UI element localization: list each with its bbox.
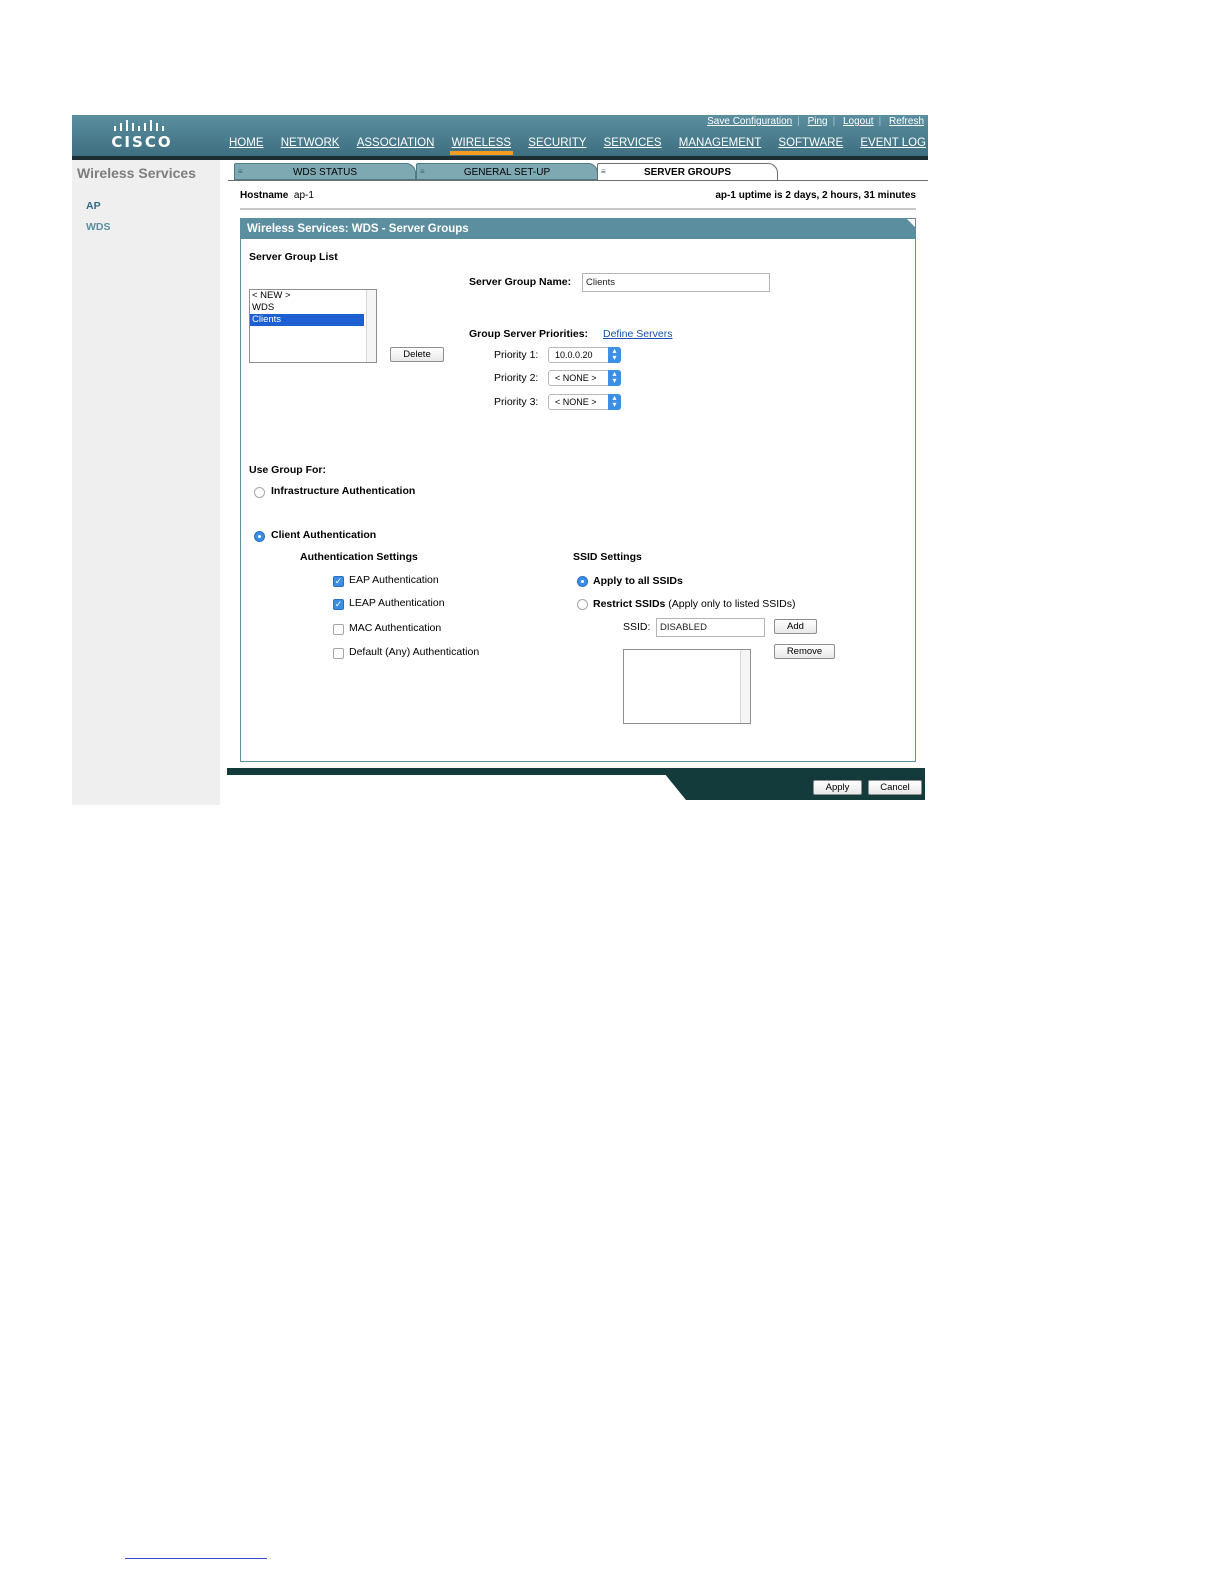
infrastructure-authentication-label: Infrastructure Authentication <box>271 485 416 497</box>
stepper-arrows-icon: ▴ ▾ <box>608 347 621 363</box>
save-configuration-link[interactable]: Save Configuration <box>707 116 792 127</box>
priority-2-label: Priority 2: <box>494 372 539 384</box>
client-authentication-radio[interactable] <box>254 531 265 542</box>
priority-3-value: < NONE > <box>555 397 597 407</box>
divider <box>240 208 916 210</box>
grip-icon: ≡ <box>238 167 243 176</box>
nav-home[interactable]: HOME <box>229 135 264 153</box>
sidebar-title: Wireless Services <box>77 165 196 181</box>
mac-authentication-checkbox[interactable] <box>333 624 344 635</box>
ssid-input[interactable]: DISABLED <box>656 618 765 637</box>
mac-authentication-label: MAC Authentication <box>349 622 442 634</box>
restrict-ssids-title: Restrict SSIDs <box>593 598 666 610</box>
stepper-arrows-icon: ▴ ▾ <box>608 394 621 410</box>
logo-wordmark: CISCO <box>111 133 173 151</box>
sidebar-item-wds[interactable]: WDS <box>86 221 111 233</box>
tabs-baseline <box>228 180 928 181</box>
sidebar-item-ap[interactable]: AP <box>86 200 101 212</box>
eap-authentication-checkbox[interactable]: ✓ <box>333 576 344 587</box>
panel-title: Wireless Services: WDS - Server Groups <box>241 219 915 239</box>
nav-software[interactable]: SOFTWARE <box>778 135 843 153</box>
refresh-link[interactable]: Refresh <box>889 116 924 127</box>
nav-network[interactable]: NETWORK <box>281 135 340 153</box>
ssid-listbox[interactable] <box>623 649 751 724</box>
grip-icon: ≡ <box>601 167 606 176</box>
leap-authentication-label: LEAP Authentication <box>349 597 445 609</box>
sidebar: Wireless Services AP WDS <box>72 160 220 805</box>
apply-all-ssids-label: Apply to all SSIDs <box>593 575 683 587</box>
priority-1-value: 10.0.0.20 <box>555 350 593 360</box>
server-group-list-label: Server Group List <box>249 251 338 263</box>
hostname: Hostname ap-1 <box>240 190 314 201</box>
top-header: CISCO Save Configuration | Ping | Logout | … <box>72 115 928 160</box>
tab-wds-status[interactable]: ≡ WDS STATUS <box>234 163 416 180</box>
grip-icon: ≡ <box>420 167 425 176</box>
define-servers-link[interactable]: Define Servers <box>603 328 672 340</box>
priority-2-select[interactable]: < NONE > ▴ ▾ <box>548 370 621 386</box>
tab-label: WDS STATUS <box>292 167 358 178</box>
cisco-logo: CISCO <box>92 118 192 154</box>
hostname-value: ap-1 <box>293 190 314 201</box>
list-item-selected[interactable]: Clients <box>250 314 364 326</box>
listbox-scrollbar[interactable] <box>366 290 376 362</box>
apply-button[interactable]: Apply <box>813 780 862 795</box>
add-ssid-button[interactable]: Add <box>774 619 817 634</box>
priority-3-label: Priority 3: <box>494 396 539 408</box>
nav-security[interactable]: SECURITY <box>528 135 586 153</box>
default-authentication-checkbox[interactable] <box>333 648 344 659</box>
cancel-button[interactable]: Cancel <box>868 780 922 795</box>
nav-wireless[interactable]: WIRELESS <box>449 135 514 155</box>
tab-label: SERVER GROUPS <box>643 167 732 178</box>
tab-general-setup[interactable]: ≡ GENERAL SET-UP <box>416 163 598 180</box>
nav-association[interactable]: ASSOCIATION <box>357 135 435 153</box>
use-group-for-label: Use Group For: <box>249 464 327 476</box>
nav-management[interactable]: MANAGEMENT <box>679 135 761 153</box>
logout-link[interactable]: Logout <box>843 116 874 127</box>
nav-services[interactable]: SERVICES <box>604 135 662 153</box>
list-item[interactable]: < NEW > <box>250 290 364 302</box>
server-groups-panel: Wireless Services: WDS - Server Groups S… <box>240 218 916 762</box>
eap-authentication-label: EAP Authentication <box>349 574 439 586</box>
remove-ssid-button[interactable]: Remove <box>774 644 835 659</box>
infrastructure-authentication-radio[interactable] <box>254 487 265 498</box>
restrict-ssids-radio[interactable] <box>577 599 588 610</box>
ssid-settings-label: SSID Settings <box>573 551 642 563</box>
apply-all-ssids-radio[interactable] <box>577 576 588 587</box>
priority-3-select[interactable]: < NONE > ▴ ▾ <box>548 394 621 410</box>
hostname-label: Hostname <box>240 190 289 201</box>
client-authentication-label: Client Authentication <box>271 529 377 541</box>
server-group-listbox[interactable]: < NEW > WDS Clients <box>249 289 377 363</box>
stepper-arrows-icon: ▴ ▾ <box>608 370 621 386</box>
ssid-label: SSID: <box>623 621 651 633</box>
priority-1-select[interactable]: 10.0.0.20 ▴ ▾ <box>548 347 621 363</box>
priority-1-label: Priority 1: <box>494 349 539 361</box>
uptime-text: ap-1 uptime is 2 days, 2 hours, 31 minut… <box>715 190 916 201</box>
group-server-priorities-label: Group Server Priorities: <box>469 328 589 340</box>
delete-button[interactable]: Delete <box>390 347 444 362</box>
main-nav: HOME NETWORK ASSOCIATION WIRELESS SECURI… <box>229 135 940 155</box>
footnote-rule <box>125 1558 267 1559</box>
ping-link[interactable]: Ping <box>808 116 828 127</box>
server-group-name-field[interactable]: Clients <box>582 273 770 292</box>
list-item[interactable]: WDS <box>250 302 364 314</box>
tab-label: GENERAL SET-UP <box>463 167 551 178</box>
listbox-scrollbar[interactable] <box>740 650 750 723</box>
restrict-ssids-note: (Apply only to listed SSIDs) <box>668 598 796 610</box>
leap-authentication-checkbox[interactable]: ✓ <box>333 599 344 610</box>
tab-server-groups[interactable]: ≡ SERVER GROUPS <box>597 163 778 180</box>
nav-event-log[interactable]: EVENT LOG <box>860 135 926 153</box>
server-group-name-label: Server Group Name: <box>469 276 572 288</box>
default-authentication-label: Default (Any) Authentication <box>349 646 480 658</box>
restrict-ssids-label: Restrict SSIDs (Apply only to listed SSI… <box>593 598 796 610</box>
priority-2-value: < NONE > <box>555 373 597 383</box>
utility-links: Save Configuration | Ping | Logout | Refres… <box>707 116 924 127</box>
authentication-settings-label: Authentication Settings <box>300 551 418 563</box>
cisco-bars-icon <box>114 120 164 131</box>
